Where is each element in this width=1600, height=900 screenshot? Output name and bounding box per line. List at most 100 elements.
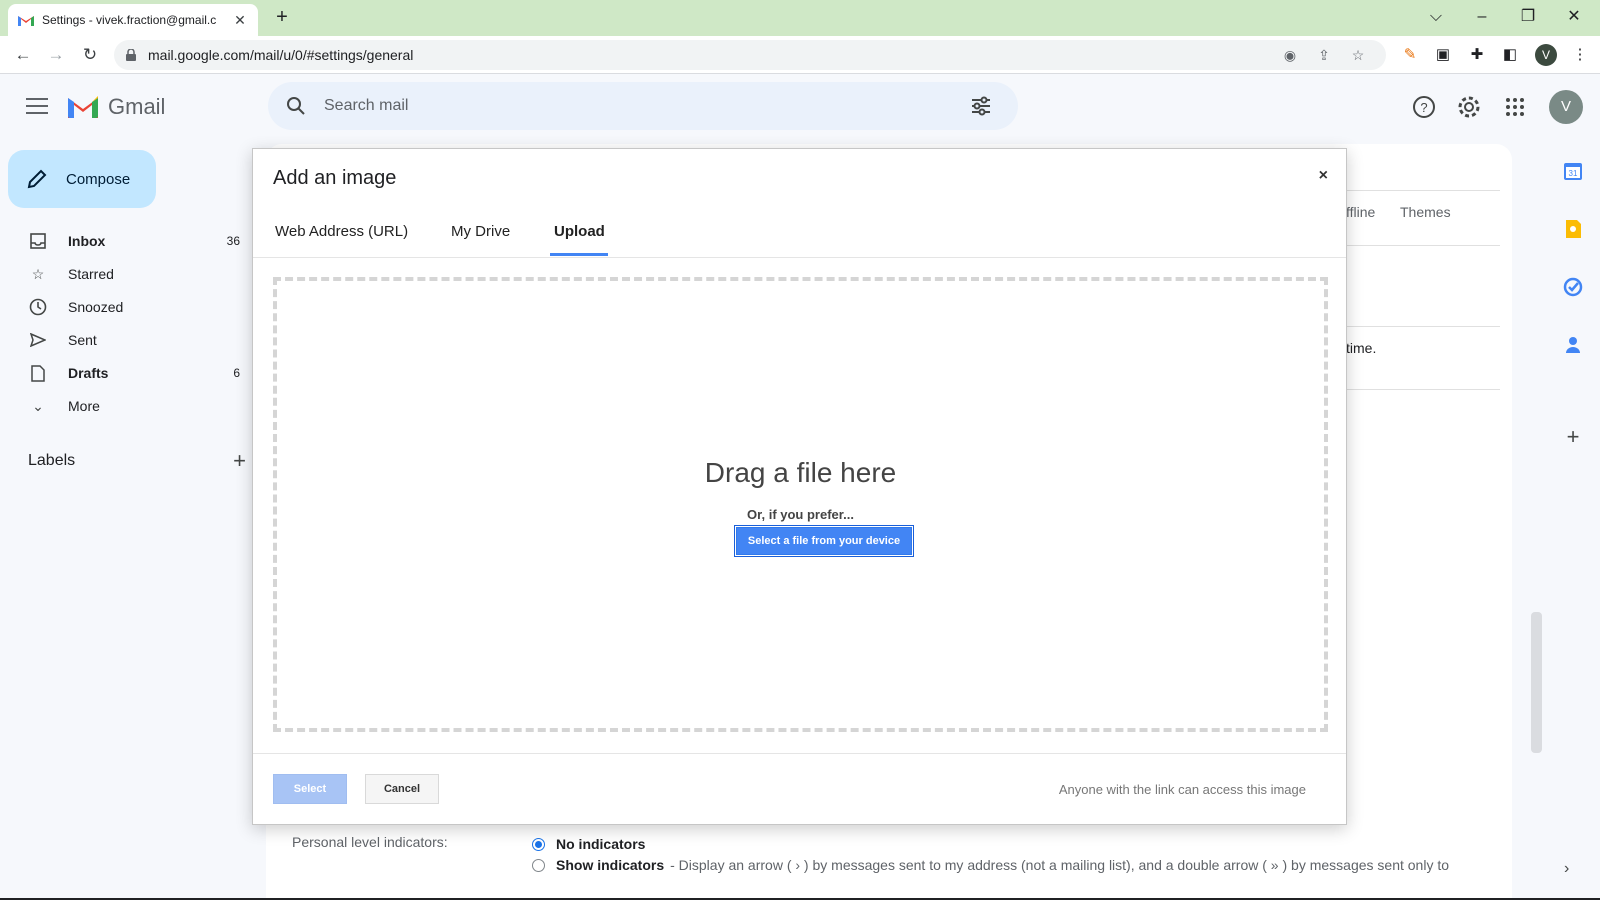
sidebar-item-drafts[interactable]: Drafts 6 — [0, 357, 248, 389]
apps-grid-icon[interactable] — [1502, 94, 1528, 120]
no-indicators-option[interactable]: No indicators — [532, 836, 651, 852]
show-side-panel-chevron-icon[interactable]: › — [1564, 860, 1569, 878]
forward-button[interactable]: → — [43, 42, 69, 68]
bookmark-star-icon[interactable]: ☆ — [1350, 47, 1366, 63]
tab-search-chevron-icon[interactable]: ⌵ — [1416, 4, 1456, 32]
sidebar-item-starred[interactable]: ☆ Starred — [0, 258, 248, 290]
gmail-wordmark: Gmail — [108, 94, 166, 119]
picture-in-picture-icon[interactable]: ▣ — [1433, 45, 1453, 65]
search-input[interactable]: Search mail — [324, 97, 408, 115]
send-icon — [28, 330, 48, 350]
sidebar-item-label: Sent — [68, 332, 97, 348]
active-tab-indicator — [550, 253, 608, 256]
help-icon[interactable]: ? — [1411, 94, 1437, 120]
divider — [253, 753, 1346, 754]
sidebar-item-label: Drafts — [68, 365, 109, 381]
back-button[interactable]: ← — [10, 42, 36, 68]
settings-partial-text: time. — [1346, 340, 1377, 356]
sidebar-item-inbox[interactable]: Inbox 36 — [0, 225, 248, 257]
settings-gear-icon[interactable] — [1456, 94, 1482, 120]
side-panel-icon[interactable]: ◧ — [1500, 45, 1520, 65]
dialog-title: Add an image — [273, 167, 397, 189]
sidebar-item-snoozed[interactable]: Snoozed — [0, 291, 248, 323]
tab-web-address[interactable]: Web Address (URL) — [275, 223, 408, 240]
personal-level-indicators-label: Personal level indicators: — [292, 834, 448, 850]
extensions-puzzle-icon[interactable]: ✚ — [1467, 45, 1487, 65]
search-icon[interactable] — [286, 96, 306, 116]
extension-pen-icon[interactable]: ✎ — [1400, 45, 1420, 65]
close-window-button[interactable]: ✕ — [1554, 4, 1594, 32]
sidebar-item-more[interactable]: ⌄ More — [0, 390, 248, 422]
gmail-favicon-icon — [18, 16, 34, 26]
close-tab-icon[interactable]: ✕ — [232, 12, 248, 29]
divider — [1320, 190, 1500, 191]
select-button[interactable]: Select — [273, 774, 347, 804]
browser-tab-title: Settings - vivek.fraction@gmail.c — [42, 13, 217, 27]
svg-text:?: ? — [1420, 100, 1427, 115]
url-text: mail.google.com/mail/u/0/#settings/gener… — [148, 47, 414, 63]
browser-toolbar: ← → ↻ mail.google.com/mail/u/0/#settings… — [0, 36, 1600, 74]
tab-upload[interactable]: Upload — [554, 223, 605, 240]
minimize-button[interactable]: – — [1462, 4, 1502, 32]
unread-count: 36 — [226, 234, 240, 248]
option-description: - Display an arrow ( › ) by messages sen… — [670, 857, 1450, 873]
tasks-icon[interactable] — [1562, 276, 1584, 298]
drafts-count: 6 — [233, 366, 240, 380]
sidebar-item-sent[interactable]: Sent — [0, 324, 248, 356]
clock-icon — [28, 297, 48, 317]
select-file-button[interactable]: Select a file from your device — [734, 525, 914, 557]
eye-off-icon[interactable]: ◉ — [1282, 47, 1298, 63]
divider — [1320, 326, 1500, 327]
access-note: Anyone with the link can access this ima… — [1058, 782, 1306, 797]
option-label: No indicators — [556, 836, 646, 852]
svg-text:31: 31 — [1569, 169, 1578, 178]
address-bar[interactable]: mail.google.com/mail/u/0/#settings/gener… — [114, 40, 1386, 70]
browser-profile-avatar[interactable]: V — [1535, 44, 1557, 66]
main-menu-icon[interactable] — [26, 98, 48, 116]
keep-icon[interactable] — [1562, 218, 1584, 240]
divider — [253, 257, 1346, 258]
show-indicators-option[interactable]: Show indicators - Display an arrow ( › )… — [532, 857, 1449, 873]
sidebar-item-label: Starred — [68, 266, 114, 282]
gmail-m-logo-icon — [68, 96, 98, 118]
new-tab-button[interactable]: + — [270, 6, 294, 30]
reload-button[interactable]: ↻ — [77, 42, 103, 68]
drag-file-heading: Drag a file here — [704, 457, 897, 488]
browser-tab[interactable]: Settings - vivek.fraction@gmail.c ✕ — [8, 4, 258, 36]
divider — [1320, 245, 1500, 246]
calendar-icon[interactable]: 31 — [1562, 160, 1584, 182]
browser-tab-strip: Settings - vivek.fraction@gmail.c ✕ + ⌵ … — [0, 0, 1600, 36]
divider — [1320, 389, 1500, 390]
share-icon[interactable]: ⇪ — [1316, 47, 1332, 63]
search-bar[interactable]: Search mail — [268, 82, 1018, 130]
sidebar-item-label: More — [68, 398, 100, 414]
inbox-icon — [28, 231, 48, 251]
radio-button[interactable] — [532, 858, 545, 872]
contacts-icon[interactable] — [1562, 334, 1584, 356]
close-icon[interactable]: × — [1319, 167, 1328, 185]
prefer-text: Or, if you prefer... — [747, 507, 854, 522]
add-addon-icon[interactable]: + — [1562, 426, 1584, 448]
cancel-button[interactable]: Cancel — [365, 774, 439, 804]
labels-heading: Labels — [28, 452, 76, 469]
account-avatar[interactable]: V — [1549, 90, 1583, 124]
browser-menu-icon[interactable]: ⋮ — [1570, 45, 1590, 65]
pencil-icon — [27, 169, 47, 189]
tab-offline[interactable]: ffline — [1346, 204, 1375, 220]
scrollbar-thumb[interactable] — [1531, 612, 1542, 753]
chevron-down-icon: ⌄ — [32, 397, 44, 414]
radio-button[interactable] — [532, 837, 545, 851]
option-label: Show indicators — [556, 857, 665, 873]
add-image-dialog: Add an image × Web Address (URL) My Driv… — [252, 148, 1347, 825]
tab-themes[interactable]: Themes — [1400, 204, 1451, 220]
search-options-icon[interactable] — [970, 95, 992, 117]
sidebar-item-label: Snoozed — [68, 299, 124, 315]
lock-icon — [126, 49, 136, 61]
gmail-logo[interactable]: Gmail — [66, 94, 165, 120]
star-icon: ☆ — [31, 265, 45, 282]
tab-my-drive[interactable]: My Drive — [451, 223, 510, 240]
maximize-button[interactable]: ❐ — [1508, 4, 1548, 32]
compose-button[interactable]: Compose — [8, 150, 156, 208]
create-label-icon[interactable]: + — [233, 450, 246, 472]
file-drop-zone[interactable]: Drag a file here Or, if you prefer... Se… — [273, 277, 1328, 732]
